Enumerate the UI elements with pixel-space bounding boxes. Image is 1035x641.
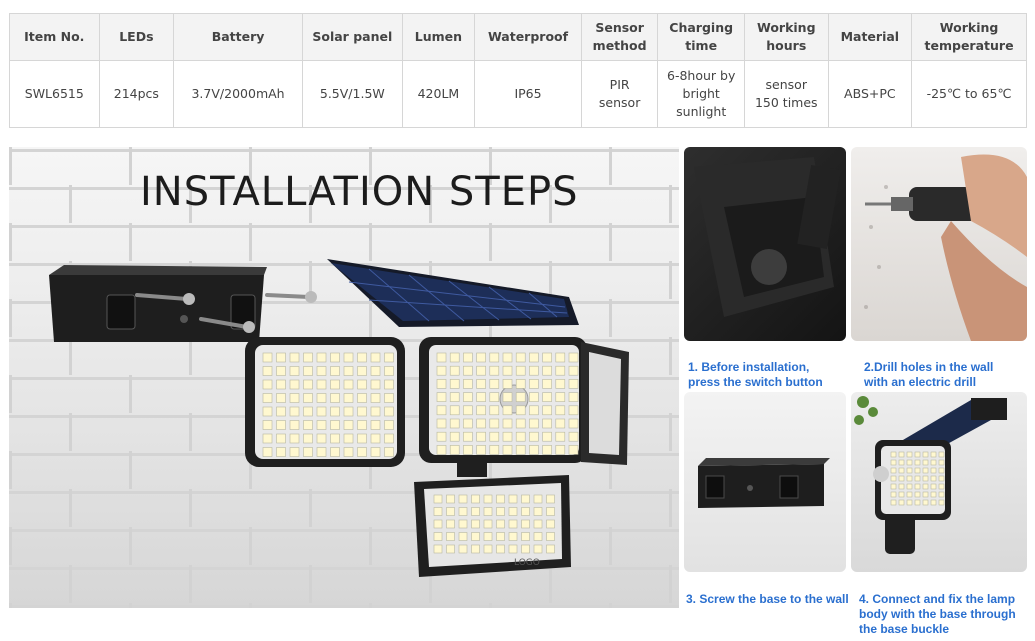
wall-mount-base-icon — [49, 265, 267, 342]
header-leds: LEDs — [98, 13, 175, 61]
installed-lamp-icon — [854, 396, 1007, 554]
spec-header-row: Item No. LEDs Battery Solar panel Lumen … — [9, 13, 1027, 61]
mounted-base-icon — [698, 458, 830, 508]
header-working-temperature: Working temperature — [911, 13, 1027, 61]
value-item-no: SWL6515 — [9, 60, 100, 128]
solar-lamp-illustration: LOGO — [49, 259, 629, 577]
value-waterproof: IP65 — [474, 60, 582, 128]
header-charging-time: Charging time — [657, 13, 745, 61]
step2-photo — [851, 147, 1027, 341]
led-array-small — [890, 451, 945, 506]
header-solar-panel: Solar panel — [301, 13, 403, 61]
switch-button-icon — [694, 157, 841, 317]
step1-photo — [684, 147, 846, 341]
header-waterproof: Waterproof — [474, 13, 582, 61]
header-item-no: Item No. — [9, 13, 100, 61]
spec-table: Item No. LEDs Battery Solar panel Lumen … — [9, 13, 1027, 128]
lamp-logo: LOGO — [514, 558, 540, 568]
value-working-hours: sensor 150 times — [743, 60, 829, 128]
value-material: ABS+PC — [827, 60, 913, 128]
spec-value-row: SWL6515 214pcs 3.7V/2000mAh 5.5V/1.5W 42… — [9, 60, 1027, 128]
electric-drill-icon — [864, 154, 1027, 341]
step2-caption: 2.Drill holes in the wall with an electr… — [864, 360, 994, 389]
step4-photo — [851, 392, 1027, 572]
header-sensor-method: Sensor method — [580, 13, 659, 61]
step1-caption: 1. Before installation, press the switch… — [688, 360, 823, 389]
header-battery: Battery — [173, 13, 303, 61]
step3-photo — [684, 392, 846, 572]
header-lumen: Lumen — [401, 13, 476, 61]
step4-caption: 4. Connect and fix the lamp body with th… — [859, 592, 1016, 636]
value-charging-time: 6-8hour by bright sunlight — [657, 60, 745, 128]
value-working-temperature: -25℃ to 65℃ — [911, 60, 1027, 128]
installation-hero-image: INSTALLATION STEPS LOGO — [9, 147, 679, 608]
value-battery: 3.7V/2000mAh — [173, 60, 303, 128]
step3-caption: 3. Screw the base to the wall — [686, 592, 849, 606]
solar-panel-icon — [327, 259, 579, 327]
value-sensor-method: PIR sensor — [580, 60, 659, 128]
header-working-hours: Working hours — [743, 13, 829, 61]
value-lumen: 420LM — [401, 60, 476, 128]
header-material: Material — [827, 13, 913, 61]
value-solar-panel: 5.5V/1.5W — [301, 60, 403, 128]
value-leds: 214pcs — [98, 60, 175, 128]
